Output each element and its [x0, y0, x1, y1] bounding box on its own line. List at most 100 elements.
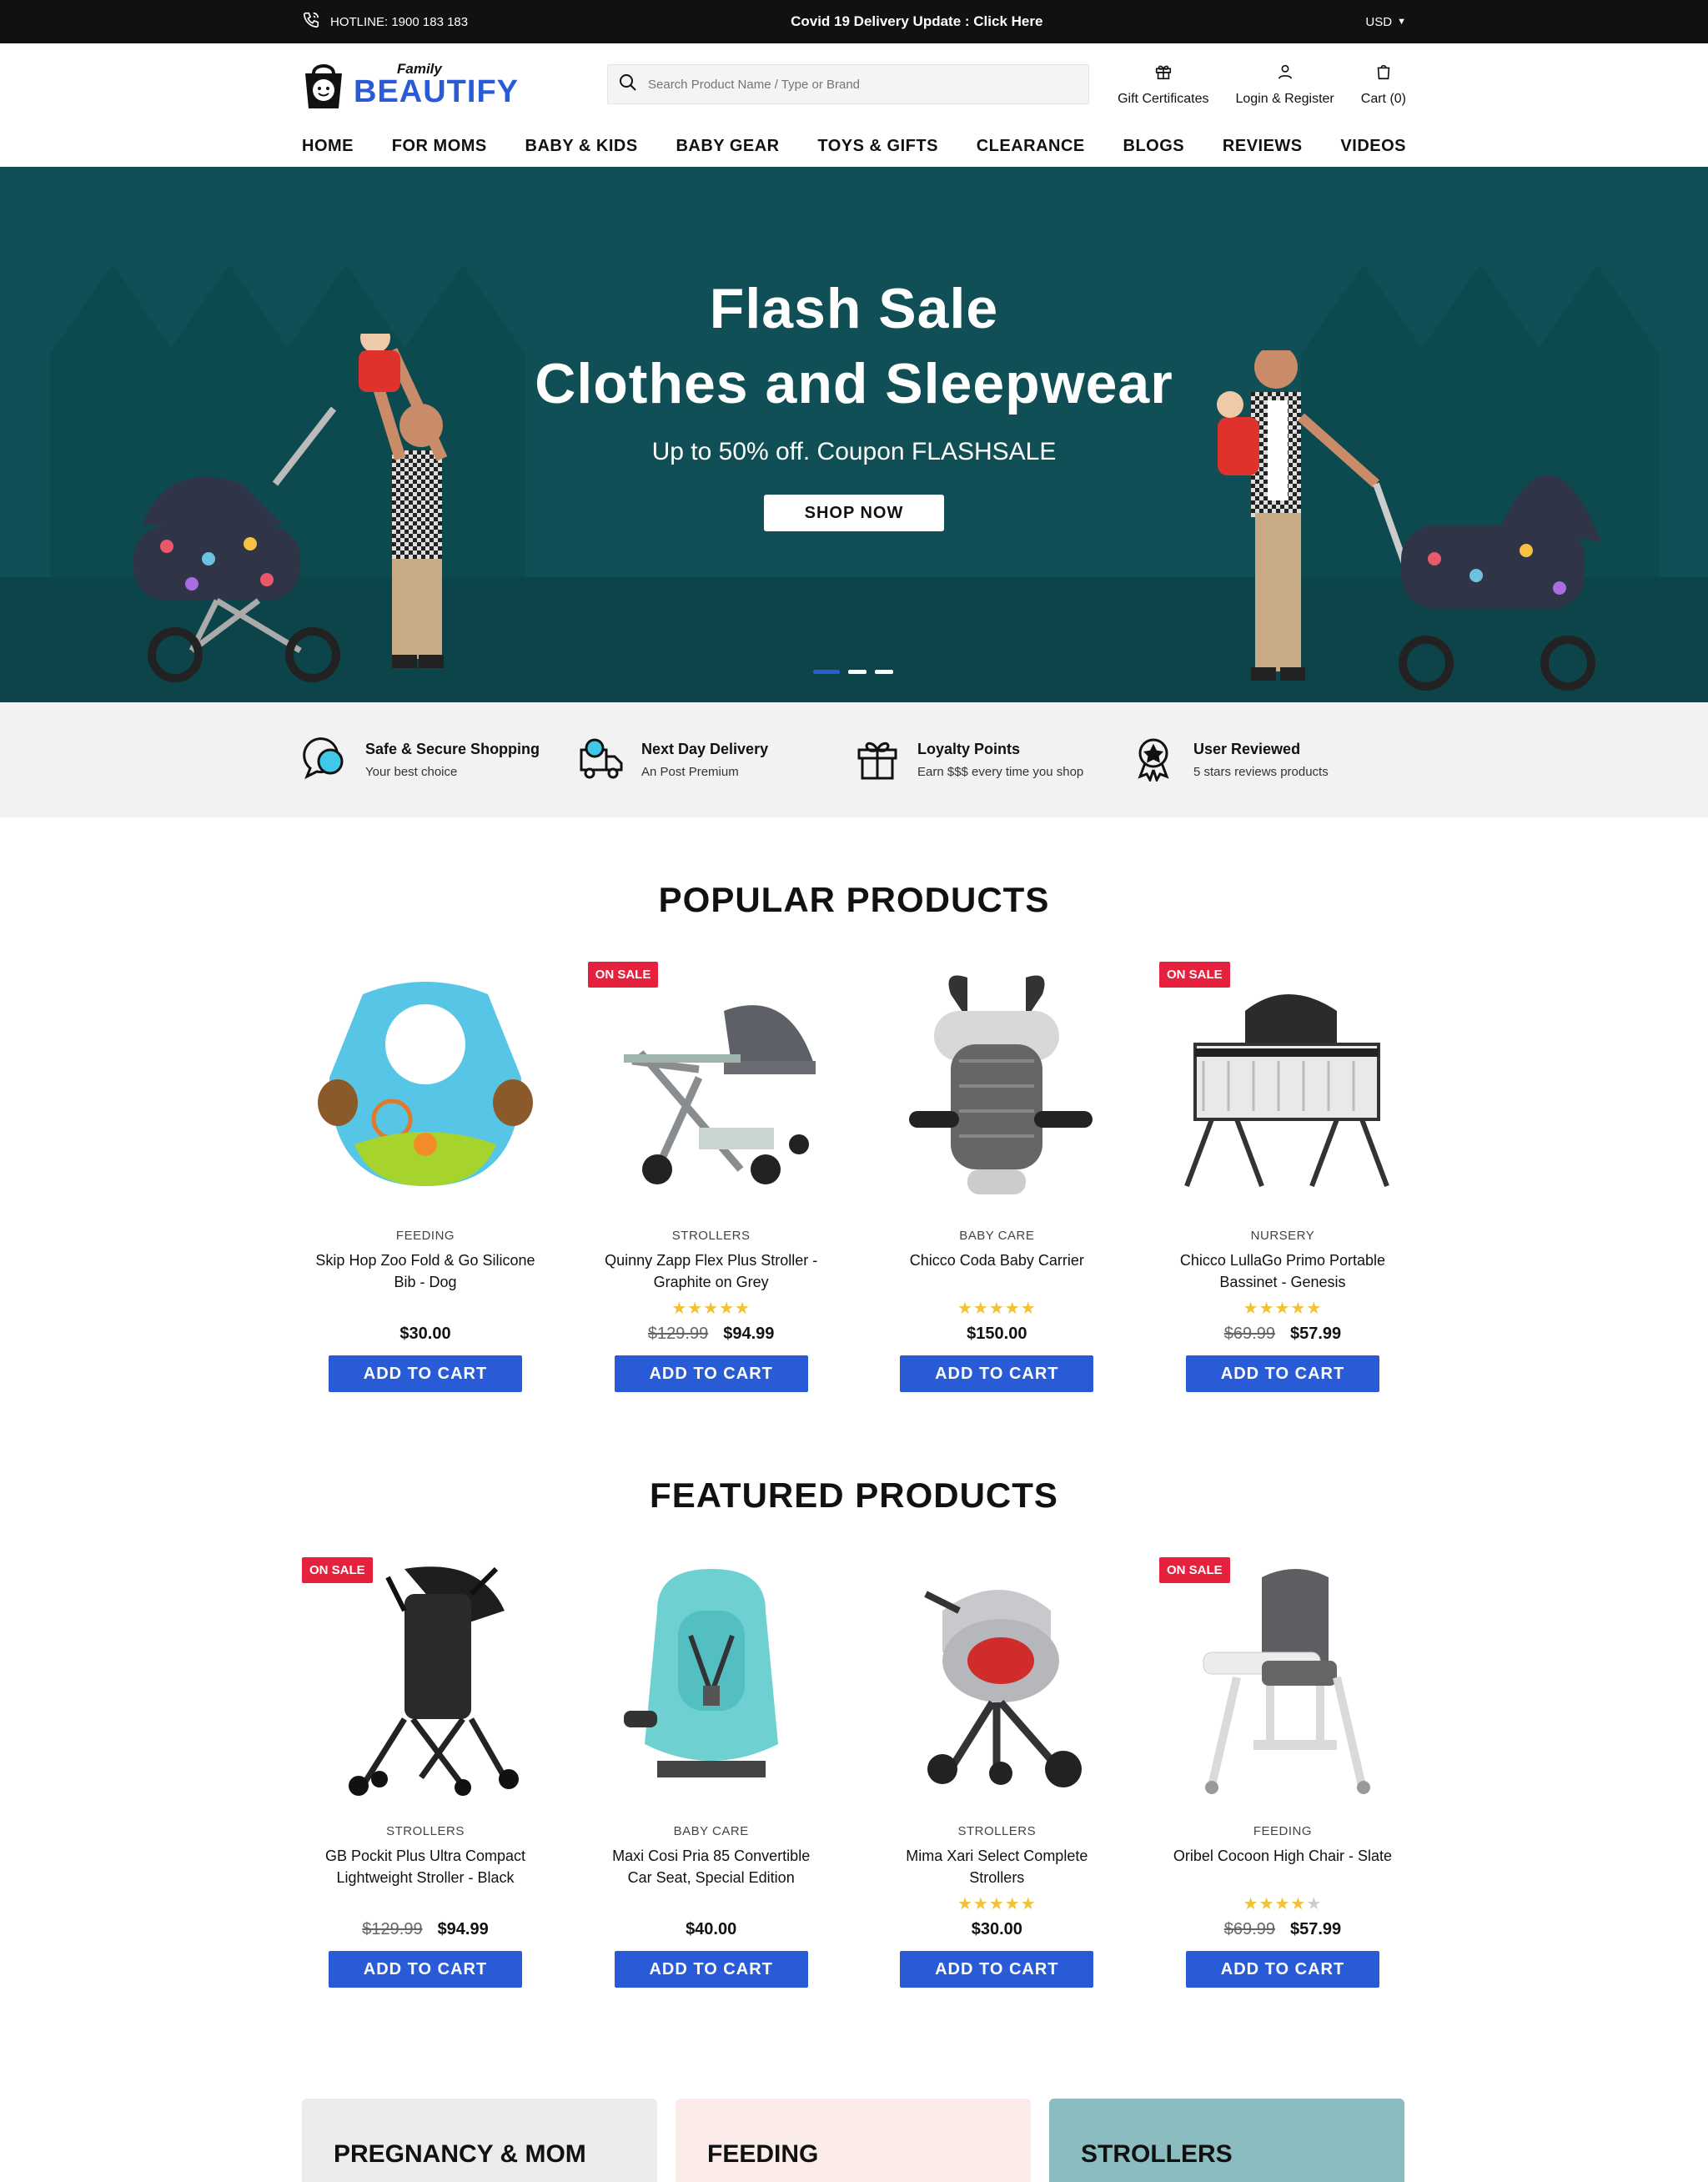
add-to-cart-button[interactable]: ADD TO CART	[614, 1355, 808, 1392]
covid-notice-link[interactable]: Covid 19 Delivery Update : Click Here	[791, 13, 1042, 30]
on-sale-badge: ON SALE	[1158, 1557, 1230, 1583]
product-image[interactable]	[302, 962, 549, 1210]
feature-title: Next Day Delivery	[641, 741, 769, 757]
currency-selector[interactable]: USD ▼	[1365, 15, 1406, 29]
section-title: FEATURED PRODUCTS	[650, 1476, 1058, 1515]
hero-subtitle: Up to 50% off. Coupon FLASHSALE	[651, 438, 1057, 465]
product-name[interactable]: Mima Xari Select Complete Strollers	[884, 1845, 1109, 1888]
rating-stars: ★★★★★	[1243, 1300, 1323, 1318]
product-name[interactable]: Oribel Cocoon High Chair - Slate	[1170, 1845, 1395, 1888]
category-card-pregnancy-mom[interactable]: PREGNANCY & MOM	[302, 2099, 657, 2182]
nav-for-moms[interactable]: FOR MOMS	[392, 137, 487, 156]
product-name[interactable]: Chicco LullaGo Primo Portable Bassinet -…	[1170, 1249, 1395, 1293]
product-card: ON SALE STROLLERS Quinny Zapp Flex Plus …	[587, 962, 835, 1392]
rating-stars: ★★★★★	[957, 1895, 1037, 1913]
add-to-cart-button[interactable]: ADD TO CART	[1185, 1355, 1379, 1392]
add-to-cart-button[interactable]: ADD TO CART	[900, 1355, 1094, 1392]
product-price-row: $129.99 $94.99	[362, 1920, 488, 1939]
product-price-row: $69.99 $57.99	[1224, 1920, 1341, 1939]
product-image[interactable]: ON SALE	[302, 1557, 549, 1806]
product-name[interactable]: Skip Hop Zoo Fold & Go Silicone Bib - Do…	[313, 1249, 538, 1293]
caret-down-icon: ▼	[1397, 17, 1406, 27]
cart-link[interactable]: Cart (0)	[1361, 63, 1406, 107]
feature-item: User Reviewed 5 stars reviews products	[1130, 735, 1406, 786]
category-card-strollers[interactable]: STROLLERS	[1049, 2099, 1404, 2182]
feature-subtitle: Earn $$$ every time you shop	[917, 765, 1084, 779]
product-price-row: $69.99 $57.99	[1224, 1325, 1341, 1344]
pockit-stroller-image	[349, 1566, 519, 1796]
logo-small-text: Family	[397, 60, 442, 77]
product-image[interactable]: ON SALE	[587, 962, 835, 1210]
feature-item: Safe & Secure Shopping Your best choice	[302, 735, 578, 786]
user-icon	[1276, 63, 1294, 85]
product-card: STROLLERS Mima Xari Select Complete Stro…	[873, 1557, 1120, 1988]
nav-clearance[interactable]: CLEARANCE	[977, 137, 1085, 156]
rating-stars: ★★★★★	[1243, 1895, 1323, 1913]
rating-stars: ★★★★★	[671, 1300, 751, 1318]
product-name[interactable]: Maxi Cosi Pria 85 Convertible Car Seat, …	[599, 1845, 824, 1888]
product-name[interactable]: Chicco Coda Baby Carrier	[884, 1249, 1109, 1293]
category-label: FEEDING	[707, 2140, 819, 2168]
login-register-link[interactable]: Login & Register	[1235, 63, 1334, 107]
hotline[interactable]: HOTLINE: 1900 183 183	[302, 11, 468, 33]
search-bar[interactable]	[607, 64, 1089, 104]
logo[interactable]: Family BEAUTIFY	[302, 58, 582, 110]
car-seat-image	[623, 1569, 778, 1777]
product-image[interactable]	[873, 1557, 1120, 1806]
product-price-row: $30.00	[399, 1325, 450, 1344]
feature-item: Loyalty Points Earn $$$ every time you sh…	[854, 735, 1130, 786]
product-image[interactable]: ON SALE	[1158, 1557, 1406, 1806]
product-category: FEEDING	[1253, 1824, 1313, 1838]
product-image[interactable]	[588, 1557, 835, 1806]
category-card-feeding[interactable]: FEEDING	[676, 2099, 1031, 2182]
product-name[interactable]: Quinny Zapp Flex Plus Stroller - Graphit…	[599, 1249, 824, 1293]
shop-now-button[interactable]: SHOP NOW	[764, 495, 944, 531]
search-input[interactable]	[648, 77, 1078, 92]
shopping-bag-logo-icon	[302, 58, 345, 110]
category-label: PREGNANCY & MOM	[334, 2140, 586, 2168]
nav-reviews[interactable]: REVIEWS	[1223, 137, 1303, 156]
section-title: POPULAR PRODUCTS	[658, 880, 1050, 919]
gift-certificates-link[interactable]: Gift Certificates	[1118, 63, 1208, 107]
original-price: $129.99	[647, 1325, 709, 1343]
feature-subtitle: Your best choice	[365, 765, 458, 779]
product-category: NURSERY	[1250, 1229, 1315, 1243]
slider-dot-2[interactable]	[848, 670, 867, 674]
nav-blogs[interactable]: BLOGS	[1123, 137, 1185, 156]
gift-box-icon	[854, 735, 901, 786]
slider-dot-3[interactable]	[875, 670, 893, 674]
add-to-cart-button[interactable]: ADD TO CART	[900, 1951, 1094, 1988]
nav-baby-kids[interactable]: BABY & KIDS	[525, 137, 638, 156]
cart-label: Cart (0)	[1360, 91, 1406, 106]
nav-home[interactable]: HOME	[302, 137, 354, 156]
product-image[interactable]: ON SALE	[1158, 962, 1406, 1210]
add-to-cart-button[interactable]: ADD TO CART	[1185, 1951, 1379, 1988]
nav-baby-gear[interactable]: BABY GEAR	[676, 137, 779, 156]
on-sale-badge: ON SALE	[1158, 962, 1230, 988]
add-to-cart-button[interactable]: ADD TO CART	[329, 1355, 522, 1392]
delivery-truck-icon	[578, 735, 625, 786]
slider-dot-1[interactable]	[813, 670, 840, 674]
product-name[interactable]: GB Pockit Plus Ultra Compact Lightweight…	[313, 1845, 538, 1888]
product-price: $57.99	[1289, 1920, 1342, 1938]
product-price: $30.00	[971, 1920, 1022, 1938]
category-cards: PREGNANCY & MOM FEEDING STROLLERS	[0, 2099, 1708, 2182]
nav-videos[interactable]: VIDEOS	[1340, 137, 1406, 156]
cart-bag-icon	[1374, 63, 1393, 85]
hero-title-line2: Clothes and Sleepwear	[535, 352, 1173, 415]
nav-toys-gifts[interactable]: TOYS & GIFTS	[817, 137, 938, 156]
product-price: $30.00	[399, 1325, 451, 1343]
product-card: ON SALE FEEDING Oribel Cocoon High Chair…	[1158, 1557, 1406, 1988]
chat-bubbles-icon	[302, 735, 349, 786]
login-register-label: Login & Register	[1235, 91, 1334, 106]
phone-icon	[302, 11, 320, 33]
product-price: $150.00	[967, 1325, 1027, 1343]
product-image[interactable]	[873, 962, 1120, 1210]
product-card: ON SALE NURSERY Chicco LullaGo Primo Por…	[1158, 962, 1406, 1392]
add-to-cart-button[interactable]: ADD TO CART	[614, 1951, 808, 1988]
add-to-cart-button[interactable]: ADD TO CART	[329, 1951, 522, 1988]
quinny-stroller-image	[623, 1005, 816, 1184]
gift-certificates-label: Gift Certificates	[1118, 91, 1209, 106]
product-price-row: $129.99 $94.99	[648, 1325, 774, 1344]
product-category: BABY CARE	[673, 1824, 749, 1838]
